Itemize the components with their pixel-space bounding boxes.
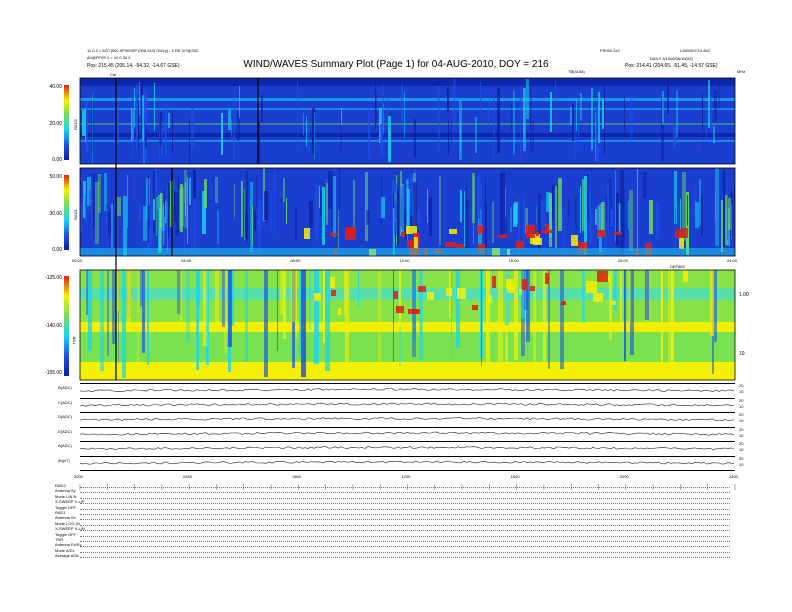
panel-frame [79,167,736,257]
trace-line [79,402,734,407]
trace-line [79,431,735,436]
chart-overlay [79,77,736,490]
trace-line [79,446,735,451]
panel-frame [79,77,736,165]
panel-frame [79,269,736,381]
trace-line [79,460,735,465]
trace-line [79,388,735,393]
trace-line [79,417,735,422]
